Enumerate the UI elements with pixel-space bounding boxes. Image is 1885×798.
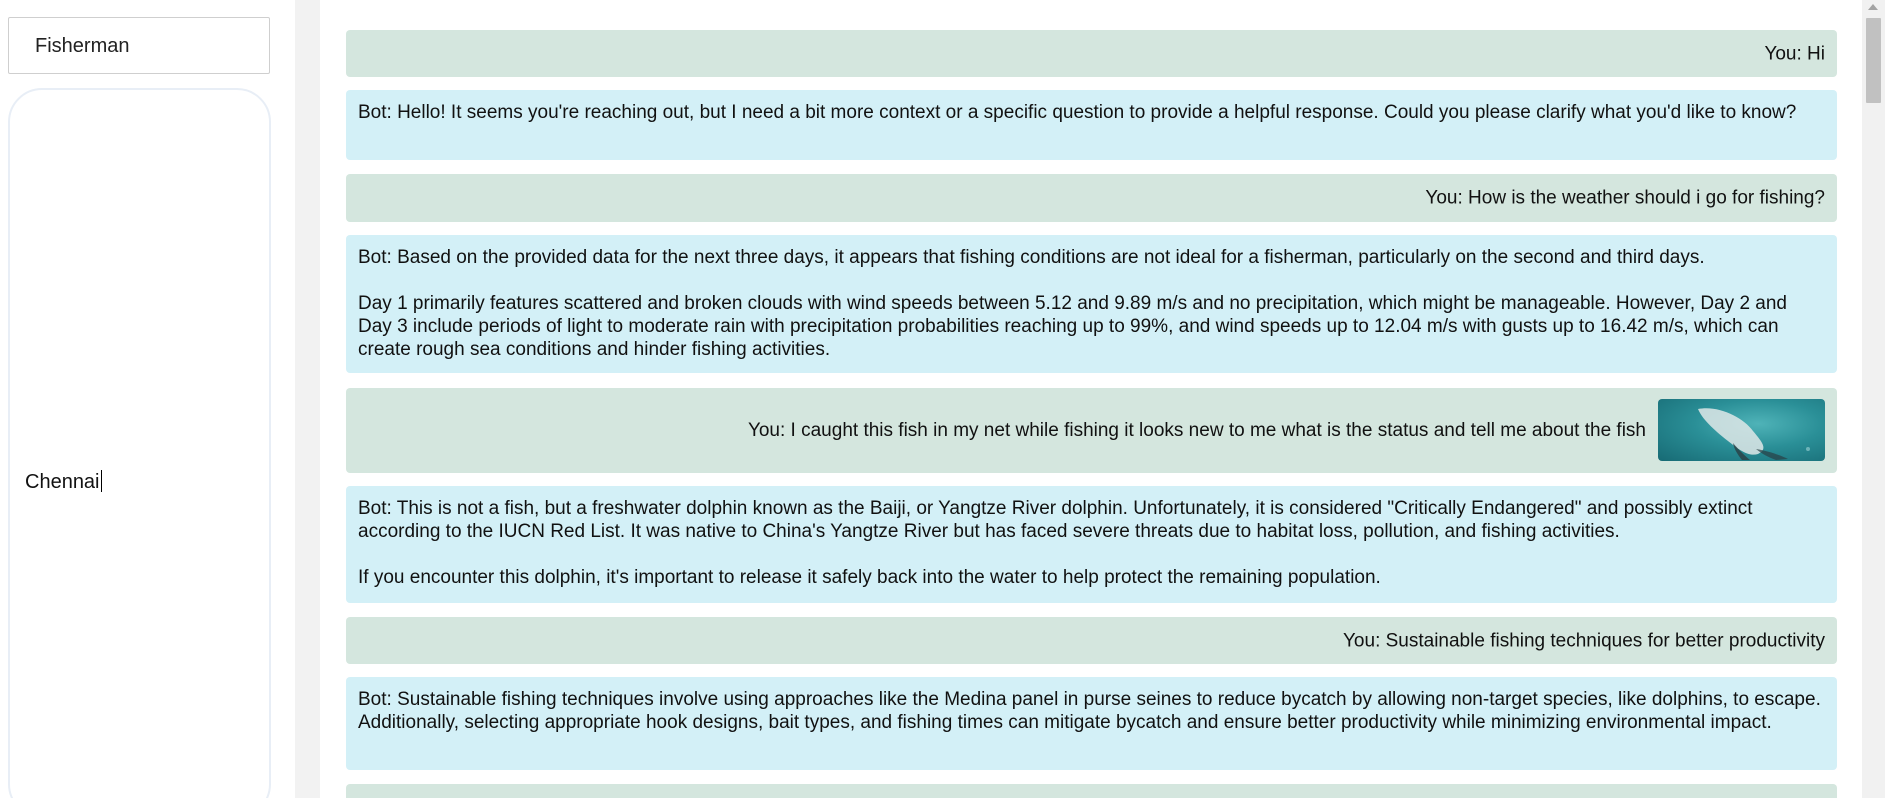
bot-message-text: Bot: This is not a fish, but a freshwate… xyxy=(358,498,1753,542)
bot-message: Bot: Sustainable fishing techniques invo… xyxy=(346,677,1837,770)
dolphin-image[interactable] xyxy=(1658,399,1825,461)
user-message-text: You: I caught this fish in my net while … xyxy=(747,419,1646,441)
bot-message: Bot: Based on the provided data for the … xyxy=(346,235,1837,373)
scroll-up-icon[interactable] xyxy=(1868,4,1878,10)
user-message-text: You: How is the weather should i go for … xyxy=(1425,187,1825,209)
sidebar-divider xyxy=(295,0,320,798)
sidebar: Fisherman Chennai xyxy=(0,0,295,798)
location-textarea[interactable] xyxy=(8,88,271,798)
bot-message: Bot: This is not a fish, but a freshwate… xyxy=(346,486,1837,603)
user-message-with-image: You: I caught this fish in my net while … xyxy=(346,388,1837,473)
location-value: Chennai xyxy=(25,471,100,493)
bot-message: Bot: Hello! It seems you're reaching out… xyxy=(346,90,1837,160)
bot-message-text: Bot: Sustainable fishing techniques invo… xyxy=(358,689,1821,733)
role-field[interactable]: Fisherman xyxy=(8,17,270,74)
chat-scrollbar[interactable] xyxy=(1862,0,1885,798)
location-value-container[interactable]: Chennai xyxy=(25,470,102,494)
bot-message-text: Bot: Hello! It seems you're reaching out… xyxy=(358,102,1797,123)
user-message: You: Hi xyxy=(346,30,1837,77)
chat-history[interactable]: You: Hi Bot: Hello! It seems you're reac… xyxy=(320,0,1862,798)
role-value: Fisherman xyxy=(35,35,130,57)
app-root: Fisherman Chennai You: Hi Bot: Hello! It… xyxy=(0,0,1885,798)
user-message: You: How is the weather should i go for … xyxy=(346,174,1837,222)
user-message-text: You: Sustainable fishing techniques for … xyxy=(1343,630,1825,651)
user-message-content: You: I caught this fish in my net while … xyxy=(748,399,1825,461)
bot-message-text: If you encounter this dolphin, it's impo… xyxy=(358,567,1381,588)
scroll-thumb[interactable] xyxy=(1866,18,1881,103)
user-message-text: You: Hi xyxy=(1764,43,1825,64)
bot-message-text: Bot: Based on the provided data for the … xyxy=(358,247,1705,268)
text-caret xyxy=(100,470,102,492)
user-message: You: Sustainable fishing techniques for … xyxy=(346,617,1837,664)
user-message xyxy=(346,784,1837,798)
bot-message-text: Day 1 primarily features scattered and b… xyxy=(358,293,1787,360)
dolphin-icon xyxy=(1698,408,1810,460)
